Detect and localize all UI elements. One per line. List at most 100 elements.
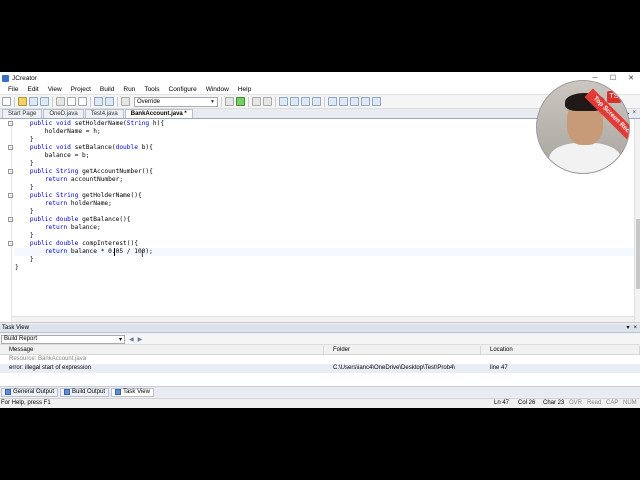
resource-group-label: Resource: BankAccount.java: [9, 356, 87, 362]
status-bar: For Help, press F1 Ln 47 Col 26 Char 23 …: [0, 398, 640, 408]
tab-oned-java[interactable]: OneD.java: [43, 109, 84, 118]
code-line[interactable]: public void setHolderName(String h){: [15, 120, 164, 128]
code-line[interactable]: return accountNumber;: [15, 176, 164, 184]
error-folder: C:\Users\ianc4\OneDrive\Desktop\Test\Pro…: [333, 365, 456, 371]
menu-project[interactable]: Project: [67, 84, 95, 95]
code-line[interactable]: public void setBalance(double b){: [15, 144, 164, 152]
window-title: JCreator: [12, 74, 37, 82]
table-row[interactable]: error: illegal start of expression C:\Us…: [0, 364, 640, 373]
next-message-icon[interactable]: ▶: [138, 336, 143, 343]
column-location[interactable]: Location: [481, 346, 640, 354]
output-icon: [5, 389, 11, 395]
task-view-dropdown-icon[interactable]: ▾: [626, 324, 629, 333]
new-file-icon[interactable]: [2, 97, 11, 106]
editor-gutter: − − − − − −: [0, 119, 13, 322]
task-view-controls: ▾ ×: [626, 324, 637, 333]
code-line[interactable]: return holderName;: [15, 200, 164, 208]
code-line[interactable]: balance = b;: [15, 152, 164, 160]
tab-general-output[interactable]: General Output: [1, 387, 59, 397]
code-line[interactable]: }: [15, 264, 164, 272]
copy-icon[interactable]: [67, 97, 76, 106]
task-view-close-icon[interactable]: ×: [633, 324, 637, 333]
tab-bankaccount-java[interactable]: BankAccount.java *: [124, 109, 193, 118]
code-line[interactable]: public double compInterest(){: [15, 240, 164, 248]
clear-bookmarks-icon[interactable]: [312, 97, 321, 106]
tab-test4-java[interactable]: Test4.java: [84, 109, 124, 118]
menu-tools[interactable]: Tools: [140, 84, 163, 95]
task-view-title: Task View: [2, 325, 29, 331]
redo-icon[interactable]: [105, 97, 114, 106]
menu-run[interactable]: Run: [119, 84, 139, 95]
code-line[interactable]: public String getHolderName(){: [15, 192, 164, 200]
code-line[interactable]: }: [15, 136, 164, 144]
cut-icon[interactable]: [56, 97, 65, 106]
properties-icon[interactable]: [350, 97, 359, 106]
status-line: Ln 47: [494, 400, 510, 406]
fold-toggle-icon[interactable]: −: [8, 241, 13, 246]
code-line[interactable]: public String getAccountNumber(){: [15, 168, 164, 176]
menu-file[interactable]: File: [4, 84, 22, 95]
column-folder[interactable]: Folder: [324, 346, 481, 354]
editor-vertical-scrollbar[interactable]: [634, 119, 640, 322]
recorder-logo-icon: TS: [607, 91, 621, 103]
close-tab-icon[interactable]: ×: [632, 110, 636, 117]
code-line[interactable]: }: [15, 208, 164, 216]
error-message: error: illegal start of expression: [9, 365, 92, 371]
toolbar-separator: [90, 96, 91, 107]
code-line[interactable]: holderName = h;: [15, 128, 164, 136]
indent-icon[interactable]: [252, 97, 261, 106]
column-message[interactable]: Message: [0, 346, 324, 354]
code-line[interactable]: }: [15, 232, 164, 240]
jcreator-app-icon: [2, 74, 9, 82]
save-icon[interactable]: [29, 97, 38, 106]
code-line[interactable]: }: [15, 184, 164, 192]
build-icon: [64, 389, 71, 395]
report-select-value: Build Report: [4, 336, 38, 342]
fold-toggle-icon[interactable]: −: [8, 145, 13, 150]
chevron-down-icon: ▼: [210, 98, 215, 105]
fold-toggle-icon[interactable]: −: [8, 193, 13, 198]
editor-horizontal-scrollbar[interactable]: [12, 316, 634, 322]
window-icon[interactable]: [339, 97, 348, 106]
undo-icon[interactable]: [94, 97, 103, 106]
toolbar-separator: [275, 96, 276, 107]
find-icon[interactable]: [121, 97, 130, 106]
previous-message-icon[interactable]: ◀: [129, 336, 134, 343]
tab-start-page[interactable]: Start Page: [2, 109, 43, 118]
toggle-bookmark-icon[interactable]: [279, 97, 288, 106]
run-icon[interactable]: [236, 97, 245, 106]
menu-edit[interactable]: Edit: [23, 84, 42, 95]
task-icon: [115, 389, 122, 395]
status-ovr: OVR: [569, 400, 583, 406]
fold-toggle-icon[interactable]: −: [8, 121, 13, 126]
report-select[interactable]: Build Report ▾: [1, 334, 125, 344]
tab-build-output-label: Build Output: [72, 389, 106, 395]
scrollbar-thumb[interactable]: [636, 219, 640, 289]
code-line[interactable]: public double getBalance(){: [15, 216, 164, 224]
tab-build-output[interactable]: Build Output: [60, 387, 110, 397]
code-line[interactable]: return balance;: [15, 224, 164, 232]
compile-icon[interactable]: [225, 97, 234, 106]
layout-icon[interactable]: [328, 97, 337, 106]
open-folder-icon[interactable]: [18, 97, 27, 106]
outdent-icon[interactable]: [263, 97, 272, 106]
menu-view[interactable]: View: [44, 84, 66, 95]
toolbar-separator: [324, 96, 325, 107]
menu-configure[interactable]: Configure: [165, 84, 201, 95]
menu-help[interactable]: Help: [234, 84, 255, 95]
paste-icon[interactable]: [78, 97, 87, 106]
fold-toggle-icon[interactable]: −: [8, 217, 13, 222]
save-all-icon[interactable]: [40, 97, 49, 106]
toolbar-separator: [52, 96, 53, 107]
menu-build[interactable]: Build: [96, 84, 118, 95]
menu-window[interactable]: Window: [202, 84, 233, 95]
code-line[interactable]: }: [15, 160, 164, 168]
fold-toggle-icon[interactable]: −: [8, 169, 13, 174]
next-bookmark-icon[interactable]: [290, 97, 299, 106]
status-cap: CAP: [606, 400, 619, 406]
output-icon[interactable]: [361, 97, 370, 106]
tab-task-view[interactable]: Task View: [111, 387, 154, 397]
mode-select[interactable]: Override ▼: [134, 96, 218, 107]
prev-bookmark-icon[interactable]: [301, 97, 310, 106]
help-icon[interactable]: [372, 97, 381, 106]
